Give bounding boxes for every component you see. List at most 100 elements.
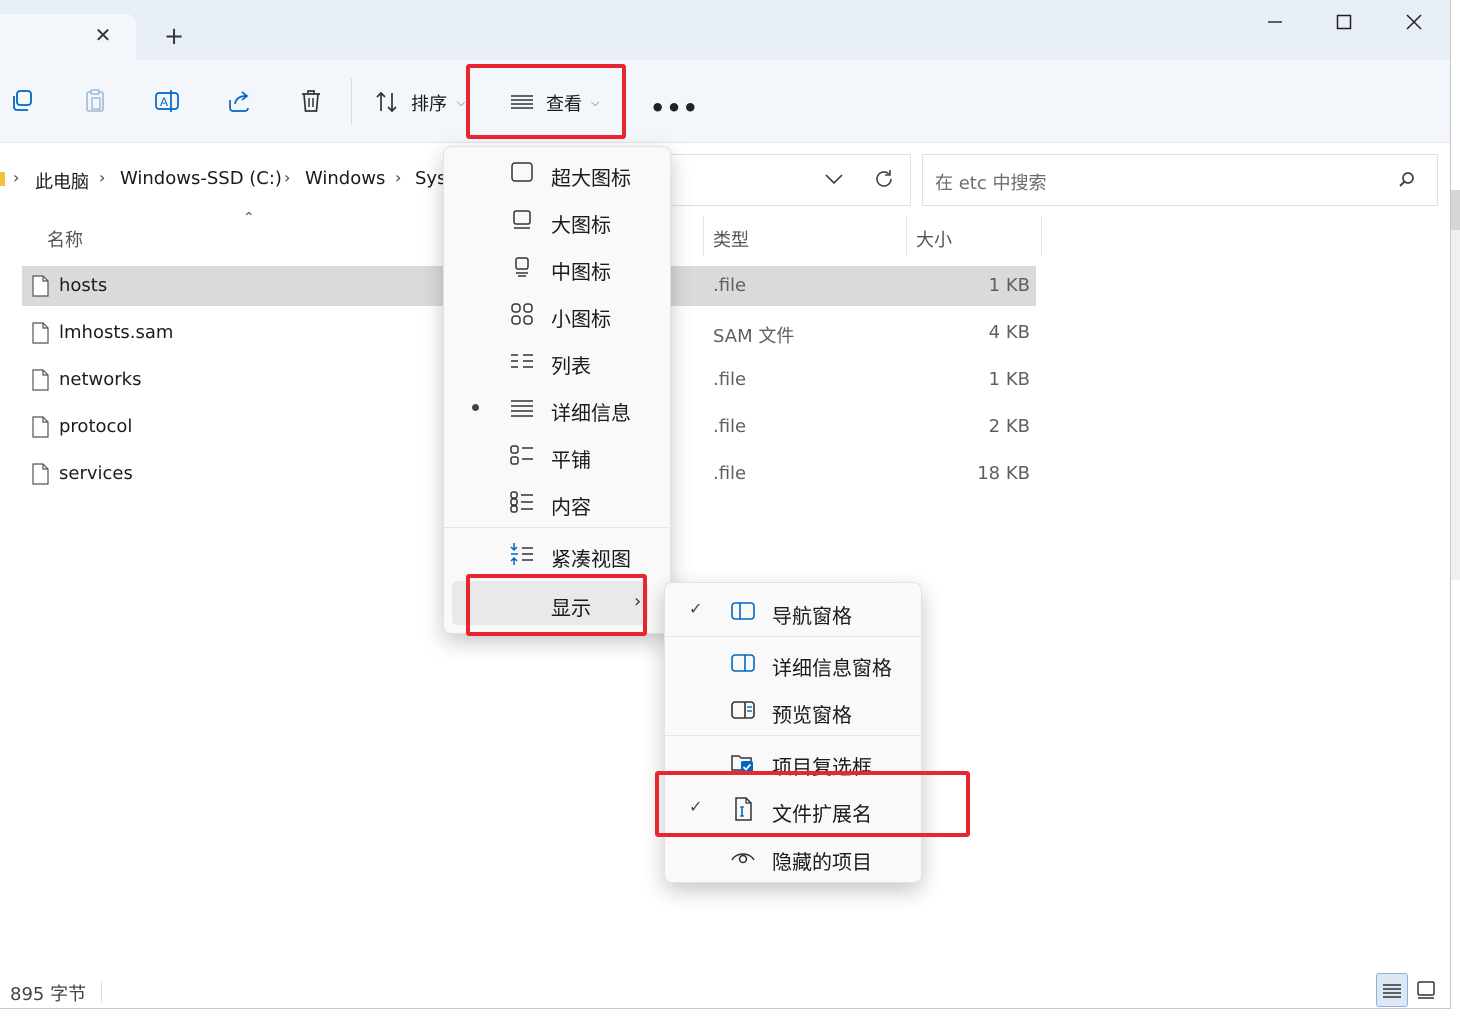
menu-item-compact-view[interactable]: 紧凑视图 <box>444 532 670 576</box>
menu-item-label: 预览窗格 <box>772 703 852 727</box>
file-type: .file <box>713 275 747 296</box>
more-options-button[interactable]: ••• <box>650 94 699 122</box>
compact-view-icon <box>510 543 533 565</box>
highlight-box-file-extensions <box>655 771 970 837</box>
close-window-button[interactable] <box>1391 6 1437 40</box>
preview-pane-icon <box>731 701 755 719</box>
paste-icon[interactable] <box>82 88 108 114</box>
refresh-icon[interactable] <box>873 168 895 190</box>
list-icon <box>511 354 533 368</box>
menu-item-preview-pane[interactable]: 预览窗格 <box>665 688 921 732</box>
scrollbar-thumb[interactable] <box>1451 190 1460 230</box>
menu-item-navigation-pane[interactable]: ✓ 导航窗格 <box>665 589 921 633</box>
file-type: SAM 文件 <box>713 326 795 347</box>
breadcrumb-separator: › <box>395 168 402 187</box>
menu-separator <box>444 527 670 528</box>
details-icon <box>511 400 533 417</box>
toolbar-separator <box>351 78 352 124</box>
file-size: 1 KB <box>988 369 1030 390</box>
file-type: .file <box>713 369 747 390</box>
column-header-name[interactable]: 名称 <box>47 226 83 252</box>
file-icon <box>32 275 49 297</box>
menu-item-tiles[interactable]: 平铺 <box>444 433 670 477</box>
breadcrumb-windows[interactable]: Windows <box>305 168 385 189</box>
menu-item-extra-large-icons[interactable]: 超大图标 <box>444 151 670 195</box>
search-box[interactable]: 在 etc 中搜索 <box>922 154 1438 206</box>
file-size: 18 KB <box>977 463 1030 484</box>
search-placeholder: 在 etc 中搜索 <box>935 173 1047 194</box>
menu-item-label: 小图标 <box>551 307 611 331</box>
menu-item-label: 大图标 <box>551 213 611 237</box>
address-bar-controls <box>668 154 911 206</box>
eye-icon <box>731 853 755 864</box>
content-icon <box>510 491 533 513</box>
menu-item-label: 平铺 <box>551 448 591 472</box>
file-name: lmhosts.sam <box>59 322 174 343</box>
menu-item-list[interactable]: 列表 <box>444 339 670 383</box>
menu-item-details-pane[interactable]: 详细信息窗格 <box>665 641 921 685</box>
menu-item-label: 超大图标 <box>551 166 631 190</box>
vertical-scrollbar[interactable] <box>1451 190 1460 580</box>
column-header-size[interactable]: 大小 <box>916 226 952 252</box>
large-icons-icon <box>1417 981 1435 999</box>
selected-bullet-icon <box>472 404 479 411</box>
menu-item-small-icons[interactable]: 小图标 <box>444 292 670 336</box>
status-text: 895 字节 <box>10 984 87 1005</box>
search-icon[interactable] <box>1398 171 1416 189</box>
details-view-icon <box>1383 984 1401 998</box>
maximize-button[interactable] <box>1321 6 1367 40</box>
sort-label: 排序 <box>411 94 447 115</box>
details-view-toggle[interactable] <box>1376 973 1408 1007</box>
column-divider[interactable] <box>1041 216 1042 256</box>
file-type: .file <box>713 463 747 484</box>
large-icons-view-toggle[interactable] <box>1411 973 1441 1005</box>
breadcrumb-drive[interactable]: Windows-SSD (C:) <box>120 168 282 189</box>
file-name: networks <box>59 369 142 390</box>
delete-icon[interactable] <box>298 88 324 114</box>
maximize-icon <box>1336 14 1352 30</box>
file-icon <box>32 416 49 438</box>
copy-icon[interactable] <box>10 88 36 114</box>
medium-icons-icon <box>515 257 529 277</box>
command-bar: A 排序 ⌵ 查看 ⌵ ••• <box>0 60 1450 143</box>
menu-item-details[interactable]: 详细信息 <box>444 386 670 430</box>
menu-item-label: 详细信息 <box>551 401 631 425</box>
column-header-type[interactable]: 类型 <box>713 226 749 252</box>
column-divider[interactable] <box>703 216 704 256</box>
title-bar: ✕ + <box>0 0 1450 60</box>
file-name: protocol <box>59 416 133 437</box>
menu-item-label: 导航窗格 <box>772 604 852 628</box>
tab-close-icon[interactable]: ✕ <box>92 24 114 46</box>
menu-item-hidden-items[interactable]: 隐藏的项目 <box>665 835 921 879</box>
column-divider[interactable] <box>906 216 907 256</box>
new-tab-button[interactable]: + <box>160 22 188 50</box>
share-icon[interactable] <box>226 88 252 114</box>
breadcrumb-this-pc[interactable]: 此电脑 <box>35 168 89 194</box>
menu-separator <box>665 636 921 637</box>
menu-item-content[interactable]: 内容 <box>444 480 670 524</box>
file-name: hosts <box>59 275 108 296</box>
file-size: 2 KB <box>988 416 1030 437</box>
highlight-box-show-item <box>466 574 647 636</box>
file-size: 1 KB <box>988 275 1030 296</box>
menu-item-label: 紧凑视图 <box>551 547 631 571</box>
highlight-box-view-button <box>466 64 626 139</box>
breadcrumb-system32[interactable]: Sys <box>415 168 446 189</box>
sort-ascending-icon: ⌃ <box>243 210 255 226</box>
minimize-button[interactable] <box>1252 6 1298 40</box>
menu-item-medium-icons[interactable]: 中图标 <box>444 245 670 289</box>
tiles-icon <box>510 445 533 465</box>
checkmark-icon: ✓ <box>689 599 703 618</box>
file-icon <box>32 322 49 344</box>
small-icons-icon <box>511 303 533 325</box>
tab-etc[interactable]: ✕ <box>0 14 136 60</box>
minimize-icon <box>1268 21 1282 23</box>
navigation-pane-icon <box>731 602 755 620</box>
address-dropdown-icon[interactable] <box>824 171 844 187</box>
rename-icon[interactable]: A <box>154 88 180 114</box>
menu-item-large-icons[interactable]: 大图标 <box>444 198 670 242</box>
breadcrumb-separator: › <box>13 168 20 187</box>
show-submenu: ✓ 导航窗格 详细信息窗格 预览窗格 项目复选框 ✓ 文件扩展名 隐藏的项目 <box>664 582 922 883</box>
file-icon <box>32 369 49 391</box>
menu-item-label: 内容 <box>551 495 591 519</box>
